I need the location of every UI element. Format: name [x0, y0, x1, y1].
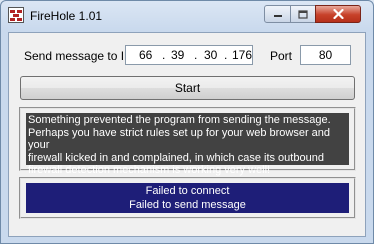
minimize-button[interactable]: [264, 5, 291, 23]
ip-octet-2[interactable]: 39: [171, 48, 184, 62]
window-title: FireHole 1.01: [30, 9, 103, 23]
ip-dot: .: [224, 48, 228, 62]
ip-dot: .: [194, 48, 198, 62]
port-input[interactable]: 80: [300, 45, 351, 65]
ip-address-input[interactable]: 66 . 39 . 30 . 176: [125, 45, 253, 65]
error-message-panel: Something prevented the program from sen…: [26, 113, 349, 176]
ip-octet-1[interactable]: 66: [139, 48, 152, 62]
message-line: Perhaps you have strict rules set up for…: [28, 126, 331, 152]
status-line-connect: Failed to connect: [145, 185, 230, 197]
message-line: firewall kicked in and complained, in wh…: [28, 151, 324, 164]
ip-octet-4[interactable]: 176: [232, 48, 252, 62]
title-bar[interactable]: FireHole 1.01: [1, 1, 373, 31]
close-button[interactable]: [315, 5, 361, 23]
dialog-client-area: Send message to IP 66 . 39 . 30 . 176 Po…: [8, 32, 366, 237]
message-line: firewall detection mechanism is working …: [28, 164, 271, 176]
firehole-app-icon[interactable]: [8, 7, 24, 23]
port-label: Port: [270, 49, 293, 63]
close-icon: [332, 9, 344, 19]
message-line: Something prevented the program from sen…: [28, 114, 331, 126]
send-ip-label: Send message to IP: [24, 49, 133, 63]
status-group: Failed to connect Failed to send message: [19, 177, 356, 219]
start-button[interactable]: Start: [20, 76, 355, 100]
minimize-icon: [273, 15, 282, 17]
status-panel: Failed to connect Failed to send message: [26, 183, 349, 213]
ip-dot: .: [162, 48, 166, 62]
status-line-send: Failed to send message: [129, 199, 246, 211]
maximize-icon: [298, 9, 308, 19]
app-window: FireHole 1.01 Send message to IP 66 . 39…: [0, 0, 374, 244]
maximize-button[interactable]: [290, 5, 316, 23]
message-group: Something prevented the program from sen…: [19, 107, 356, 176]
ip-octet-3[interactable]: 30: [204, 48, 217, 62]
